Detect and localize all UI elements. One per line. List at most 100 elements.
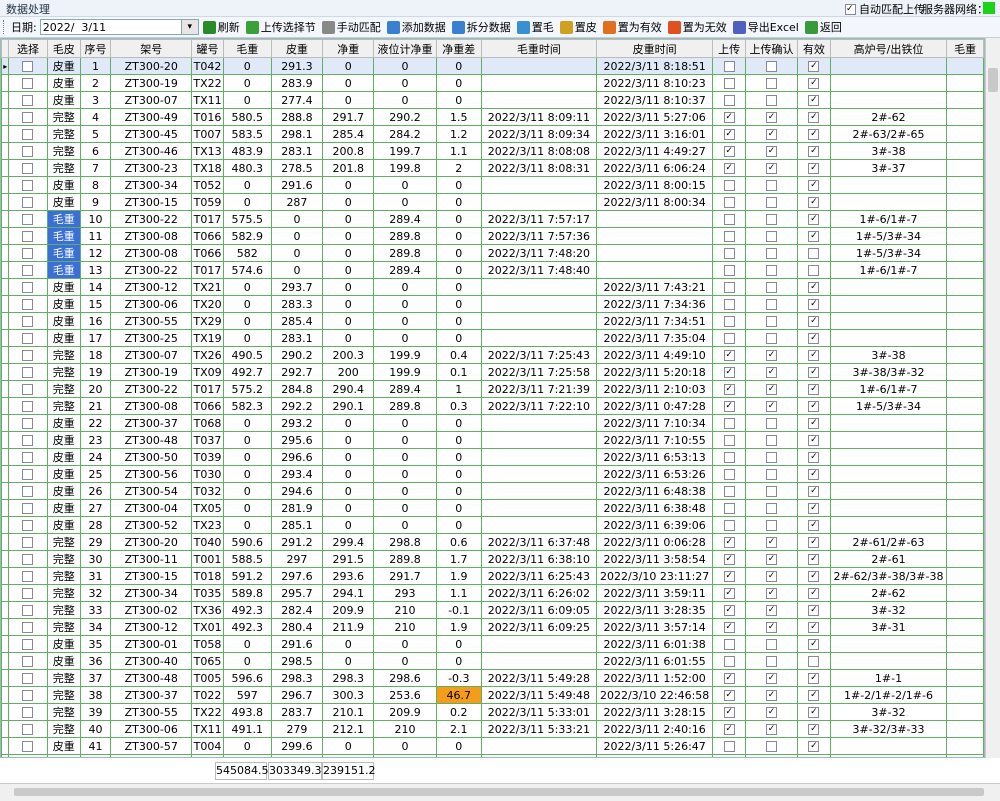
table-cell[interactable] <box>712 329 746 347</box>
table-cell[interactable] <box>744 737 799 755</box>
table-cell[interactable]: ZT300-48 <box>110 431 193 449</box>
row-checkbox[interactable] <box>22 605 34 616</box>
table-cell[interactable] <box>797 108 831 126</box>
table-cell[interactable]: T035 <box>191 584 224 602</box>
table-cell[interactable] <box>744 448 799 466</box>
table-cell[interactable]: 2022/3/11 8:10:23 <box>595 74 714 92</box>
table-cell[interactable]: T042 <box>191 57 224 75</box>
table-cell[interactable]: 279 <box>270 720 324 738</box>
row-checkbox[interactable] <box>808 265 820 276</box>
column-header[interactable]: 毛皮 <box>46 39 81 58</box>
table-cell[interactable]: 2022/3/11 6:38:48 <box>595 499 714 517</box>
row-indicator[interactable] <box>1 210 10 228</box>
table-cell[interactable] <box>480 278 597 296</box>
row-checkbox[interactable] <box>22 520 34 531</box>
table-row[interactable]: 完整 38 ZT300-37 T022 597 296.7 300.3 253.6 46.7 20… <box>1 686 984 704</box>
table-cell[interactable]: 290.1 <box>322 397 375 415</box>
row-checkbox[interactable] <box>808 282 820 293</box>
table-cell[interactable]: 253.6 <box>373 686 437 704</box>
table-cell[interactable]: 2022/3/11 7:25:58 <box>480 363 597 381</box>
table-cell[interactable]: 574.6 <box>222 261 272 279</box>
row-checkbox[interactable] <box>766 129 778 140</box>
table-cell[interactable] <box>744 244 799 262</box>
table-cell[interactable]: ZT300-15 <box>110 567 193 585</box>
table-cell[interactable]: 283.1 <box>270 142 324 160</box>
table-cell[interactable] <box>712 295 746 313</box>
table-cell[interactable] <box>744 108 799 126</box>
table-row[interactable]: 完整 33 ZT300-02 TX36 492.3 282.4 209.9 210 -0.1 20… <box>1 601 984 619</box>
horizontal-scrollbar[interactable] <box>0 783 1000 801</box>
table-cell[interactable] <box>797 482 831 500</box>
table-cell[interactable]: 210 <box>373 601 437 619</box>
table-cell[interactable]: 0 <box>373 482 437 500</box>
table-cell[interactable]: 完整 <box>46 397 81 415</box>
table-cell[interactable]: 0 <box>322 448 375 466</box>
row-checkbox[interactable] <box>766 469 778 480</box>
table-cell[interactable]: 10 <box>79 210 112 228</box>
table-cell[interactable] <box>829 91 948 109</box>
table-cell[interactable]: 0 <box>222 74 272 92</box>
table-cell[interactable]: 28 <box>79 516 112 534</box>
row-checkbox[interactable] <box>22 537 34 548</box>
table-cell[interactable] <box>8 244 48 262</box>
table-cell[interactable] <box>8 652 48 670</box>
table-cell[interactable]: 2022/3/11 5:49:48 <box>480 686 597 704</box>
table-cell[interactable]: 0 <box>435 737 482 755</box>
row-checkbox[interactable] <box>22 418 34 429</box>
table-cell[interactable]: ZT300-11 <box>110 550 193 568</box>
table-cell[interactable] <box>8 74 48 92</box>
table-cell[interactable]: 0 <box>373 499 437 517</box>
table-cell[interactable]: 0.2 <box>435 703 482 721</box>
table-cell[interactable]: 200 <box>322 363 375 381</box>
row-checkbox[interactable] <box>22 61 34 72</box>
table-cell[interactable]: T065 <box>191 652 224 670</box>
table-cell[interactable]: 298.8 <box>373 533 437 551</box>
table-cell[interactable]: 0 <box>222 329 272 347</box>
table-cell[interactable]: 毛重 <box>46 261 81 279</box>
row-checkbox[interactable] <box>22 503 34 514</box>
table-cell[interactable]: 皮重 <box>46 448 81 466</box>
table-cell[interactable]: TX20 <box>191 295 224 313</box>
table-row[interactable]: 皮重 41 ZT300-57 T004 0 299.6 0 0 0 2022/3/11 5:26:… <box>1 737 984 755</box>
table-cell[interactable]: 2022/3/11 8:08:31 <box>480 159 597 177</box>
table-cell[interactable] <box>946 516 984 534</box>
row-checkbox[interactable] <box>723 61 735 72</box>
table-cell[interactable]: 1#-5/3#-34 <box>829 244 948 262</box>
table-cell[interactable]: 1#-5/3#-34 <box>829 227 948 245</box>
table-cell[interactable] <box>797 397 831 415</box>
row-checkbox[interactable] <box>22 452 34 463</box>
table-cell[interactable]: 0 <box>322 652 375 670</box>
table-cell[interactable] <box>480 74 597 92</box>
table-cell[interactable]: 298.3 <box>322 669 375 687</box>
table-cell[interactable]: 皮重 <box>46 737 81 755</box>
table-cell[interactable]: 0 <box>373 516 437 534</box>
table-row[interactable]: 皮重 3 ZT300-07 TX11 0 277.4 0 0 0 2022/3/11 8:10:3… <box>1 91 984 109</box>
table-cell[interactable]: 2022/3/11 3:28:35 <box>595 601 714 619</box>
column-header[interactable]: 净重 <box>322 39 375 58</box>
table-cell[interactable]: TX23 <box>191 516 224 534</box>
table-cell[interactable] <box>797 533 831 551</box>
row-checkbox[interactable] <box>766 690 778 701</box>
table-cell[interactable]: 294.1 <box>322 584 375 602</box>
table-row[interactable]: 完整 34 ZT300-12 TX01 492.3 280.4 211.9 210 1.9 202… <box>1 618 984 636</box>
table-cell[interactable]: ZT300-08 <box>110 227 193 245</box>
row-indicator[interactable] <box>1 176 10 194</box>
row-checkbox[interactable] <box>808 78 820 89</box>
gross-button[interactable]: 置毛 <box>516 19 554 35</box>
table-cell[interactable]: 210.1 <box>322 703 375 721</box>
table-cell[interactable]: 0 <box>373 448 437 466</box>
table-cell[interactable]: 16 <box>79 312 112 330</box>
row-checkbox[interactable] <box>808 724 820 735</box>
table-cell[interactable]: 2022/3/11 7:21:39 <box>480 380 597 398</box>
table-cell[interactable]: 2022/3/11 5:33:21 <box>480 720 597 738</box>
row-checkbox[interactable] <box>766 299 778 310</box>
table-cell[interactable]: 293.7 <box>270 278 324 296</box>
table-cell[interactable] <box>946 193 984 211</box>
table-cell[interactable]: ZT300-20 <box>110 57 193 75</box>
row-checkbox[interactable] <box>766 452 778 463</box>
row-checkbox[interactable] <box>808 112 820 123</box>
table-cell[interactable]: 2 <box>79 74 112 92</box>
table-cell[interactable] <box>595 227 714 245</box>
table-row[interactable]: 皮重 9 ZT300-15 T059 0 287 0 0 0 2022/3/11 8:00:34 <box>1 193 984 211</box>
table-cell[interactable]: 7 <box>79 159 112 177</box>
